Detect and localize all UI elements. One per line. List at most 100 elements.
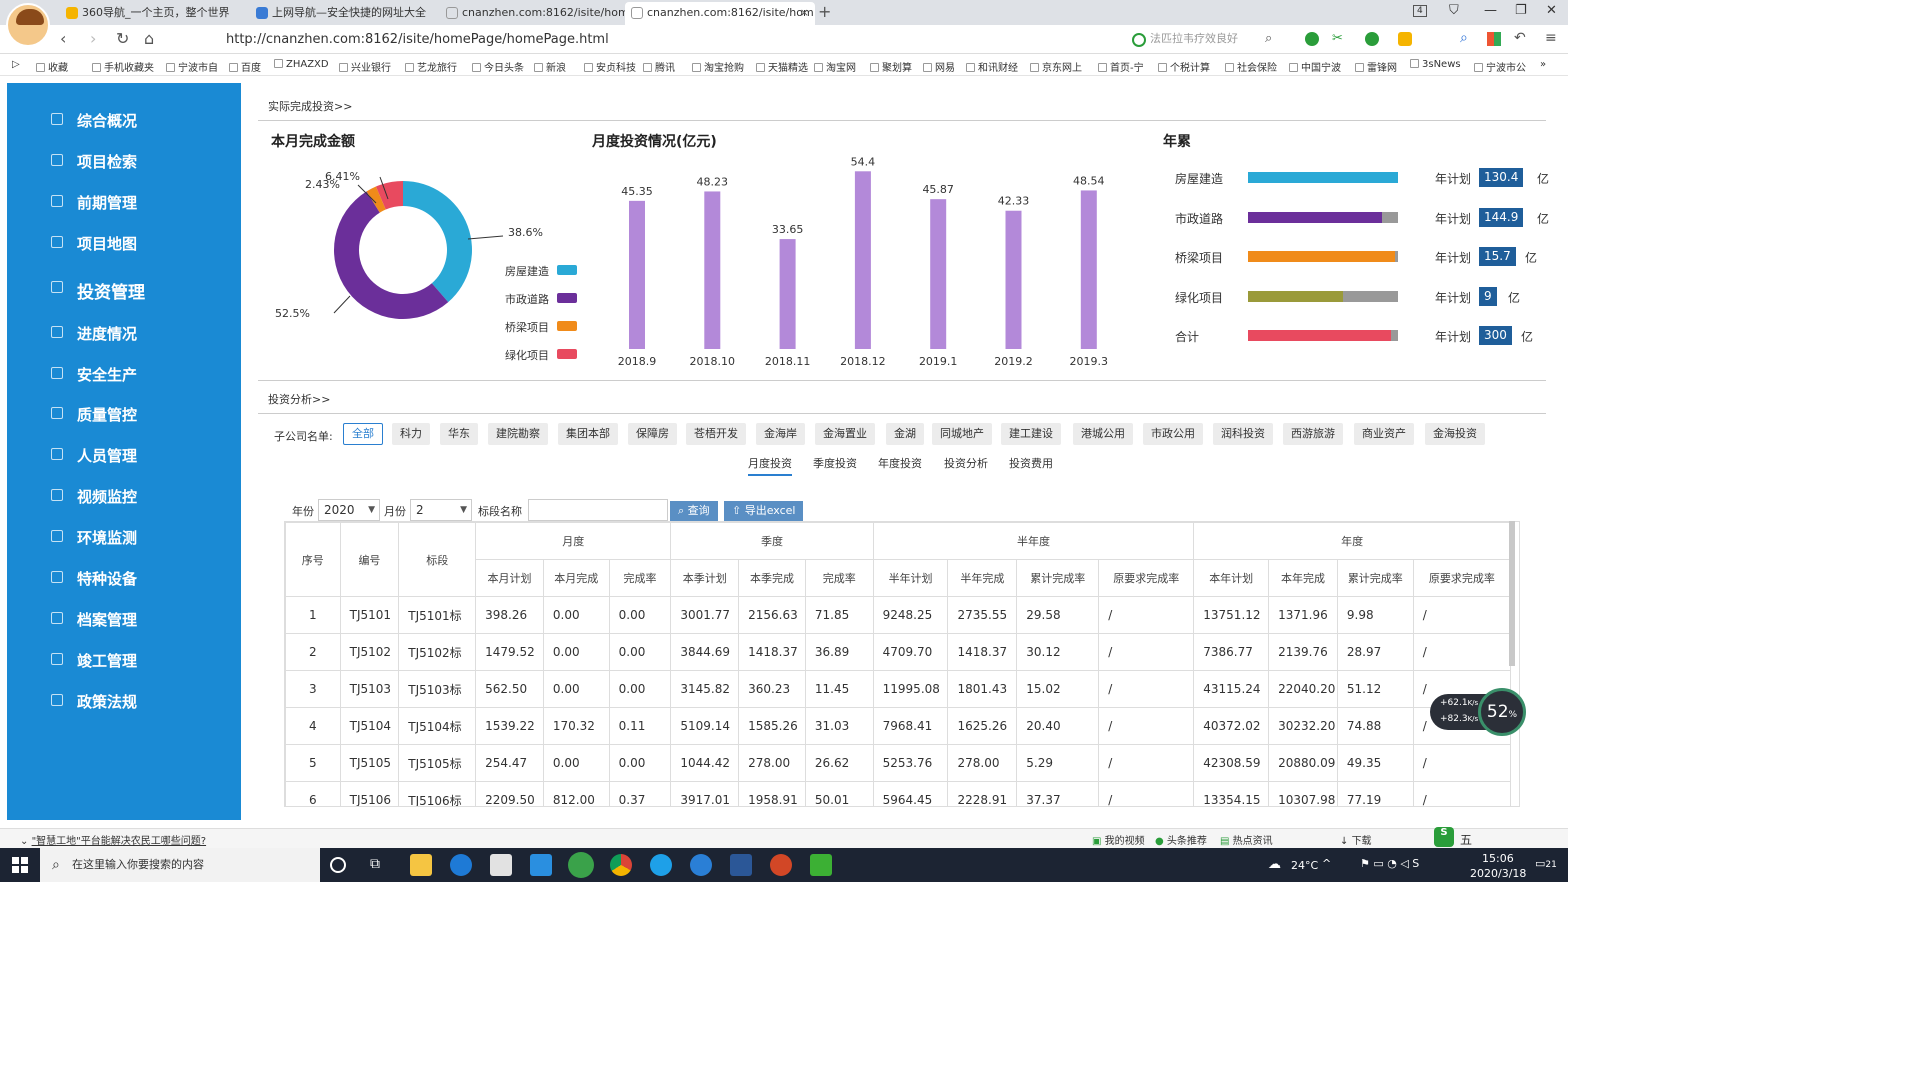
- legend-item[interactable]: 桥梁项目: [505, 319, 577, 335]
- sogou-ime-icon[interactable]: S: [1434, 827, 1454, 847]
- chevron-up-icon[interactable]: ^: [1322, 857, 1331, 870]
- investment-table-container[interactable]: 序号 编号 标段 月度 季度 半年度 年度 本月计划 本月完成 完成率 本季计划 本季完成 完成率 半年计…: [284, 521, 1520, 807]
- task-view-icon[interactable]: ⧉: [370, 856, 392, 878]
- table-row[interactable]: 4 TJ5104 TJ5104标 1539.22 170.32 0.11 5109.14 15…: [285, 707, 1512, 745]
- sidebar-item[interactable]: 人员管理: [7, 440, 241, 470]
- bookmark-item[interactable]: 聚划算: [870, 59, 912, 74]
- headline-recommend-link[interactable]: ● 头条推荐: [1155, 832, 1207, 847]
- company-filter-chip[interactable]: 科力: [392, 423, 430, 445]
- bookmark-item[interactable]: 网易: [923, 59, 955, 74]
- browser-icon[interactable]: [690, 854, 712, 876]
- sidebar-item[interactable]: 环境监测: [7, 522, 241, 552]
- notification-icon[interactable]: ▭21: [1535, 857, 1557, 870]
- browser-tab[interactable]: cnanzhen.com:8162/isite/hom: [440, 2, 630, 25]
- sidebar-item[interactable]: 投资管理: [7, 273, 241, 303]
- company-filter-chip[interactable]: 建工建设: [1001, 423, 1061, 445]
- 360-browser-icon[interactable]: [568, 852, 594, 878]
- company-filter-chip[interactable]: 保障房: [628, 423, 677, 445]
- bookmark-item[interactable]: 个税计算: [1158, 59, 1210, 74]
- sidebar-toggle-icon[interactable]: ▷: [12, 59, 20, 70]
- close-window-icon[interactable]: ✕: [1546, 3, 1557, 18]
- company-filter-chip[interactable]: 商业资产: [1354, 423, 1414, 445]
- section-name-input[interactable]: [528, 499, 668, 521]
- restore-icon[interactable]: ❐: [1515, 3, 1527, 18]
- word-icon[interactable]: [730, 854, 752, 876]
- company-filter-chip[interactable]: 港城公用: [1073, 423, 1133, 445]
- back-icon[interactable]: ‹: [60, 29, 66, 48]
- bookmark-item[interactable]: 天猫精选: [756, 59, 808, 74]
- clock-date[interactable]: 2020/3/18: [1470, 867, 1526, 880]
- close-tab-icon[interactable]: ×: [800, 2, 809, 23]
- network-speed-widget[interactable]: +62.1K/s +82.3K/s 52%: [1430, 686, 1528, 738]
- shield-icon[interactable]: [1398, 32, 1412, 46]
- section-title-actual-investment[interactable]: 实际完成投资>>: [268, 98, 352, 114]
- table-row[interactable]: 5 TJ5105 TJ5105标 254.47 0.00 0.00 1044.42 278.0…: [285, 744, 1512, 782]
- analysis-subtab[interactable]: 季度投资: [813, 455, 857, 474]
- bookmark-item[interactable]: 中国宁波: [1289, 59, 1341, 74]
- tray-icons[interactable]: ⚑ ▭ ◔ ◁ S: [1360, 857, 1419, 870]
- company-filter-chip[interactable]: 市政公用: [1143, 423, 1203, 445]
- table-row[interactable]: 6 TJ5106 TJ5106标 2209.50 812.00 0.37 3917.01 19…: [285, 781, 1512, 806]
- company-filter-chip[interactable]: 西游旅游: [1283, 423, 1343, 445]
- store-icon[interactable]: [490, 854, 512, 876]
- address-bar[interactable]: http://cnanzhen.com:8162/isite/homePage/…: [226, 32, 609, 47]
- company-filter-chip[interactable]: 金海投资: [1425, 423, 1485, 445]
- scissors-icon[interactable]: ✂: [1332, 31, 1343, 46]
- file-explorer-icon[interactable]: [410, 854, 432, 876]
- weather-icon[interactable]: ☁: [1268, 857, 1281, 872]
- analysis-subtab[interactable]: 月度投资: [748, 455, 792, 476]
- year-select[interactable]: 2020 ▼: [318, 499, 380, 521]
- chat-icon[interactable]: [1305, 32, 1319, 46]
- browser-search-input[interactable]: 法匹拉韦疗效良好: [1130, 29, 1280, 49]
- search-tool-icon[interactable]: ⌕: [1460, 30, 1468, 46]
- new-tab-icon[interactable]: +: [818, 2, 831, 21]
- legend-item[interactable]: 绿化项目: [505, 347, 577, 363]
- company-filter-chip[interactable]: 集团本部: [558, 423, 618, 445]
- sidebar-item[interactable]: 前期管理: [7, 187, 241, 217]
- month-select[interactable]: 2 ▼: [410, 499, 472, 521]
- bookmark-item[interactable]: 和讯财经: [966, 59, 1018, 74]
- company-filter-chip[interactable]: 建院勘察: [488, 423, 548, 445]
- bookmark-item[interactable]: 社会保险: [1225, 59, 1277, 74]
- bookmark-item[interactable]: 百度: [229, 59, 261, 74]
- table-row[interactable]: 2 TJ5102 TJ5102标 1479.52 0.00 0.00 3844.69 1418…: [285, 633, 1512, 671]
- wechat-icon[interactable]: [810, 854, 832, 876]
- company-filter-chip[interactable]: 全部: [343, 423, 383, 445]
- shirt-icon[interactable]: ⛉: [1449, 3, 1459, 18]
- bookmark-item[interactable]: 京东网上: [1030, 59, 1082, 74]
- forward-icon[interactable]: ›: [90, 29, 96, 48]
- sidebar-item[interactable]: 项目检索: [7, 146, 241, 176]
- search-icon[interactable]: ⌕: [1265, 31, 1272, 46]
- more-bookmarks-icon[interactable]: »: [1540, 59, 1546, 70]
- bookmark-item[interactable]: 安贞科技: [584, 59, 636, 74]
- hot-news-link[interactable]: ▤ 热点资讯: [1220, 832, 1273, 847]
- sidebar-item[interactable]: 视频监控: [7, 481, 241, 511]
- analysis-subtab[interactable]: 年度投资: [878, 455, 922, 474]
- table-row[interactable]: 1 TJ5101 TJ5101标 398.26 0.00 0.00 3001.77 2156.…: [285, 596, 1512, 634]
- apps-icon[interactable]: [1487, 32, 1501, 46]
- ime-mode[interactable]: 五: [1460, 831, 1472, 848]
- reload-icon[interactable]: ↻: [116, 29, 129, 48]
- legend-item[interactable]: 市政道路: [505, 291, 577, 307]
- analysis-subtab[interactable]: 投资费用: [1009, 455, 1053, 474]
- bookmark-item[interactable]: 雷锋网: [1355, 59, 1397, 74]
- company-filter-chip[interactable]: 金湖: [886, 423, 924, 445]
- user-avatar[interactable]: [6, 3, 50, 47]
- browser-tab-active[interactable]: cnanzhen.com:8162/isite/hom ×: [625, 2, 815, 25]
- bookmark-item[interactable]: 3sNews: [1410, 59, 1461, 70]
- menu-icon[interactable]: ≡: [1545, 30, 1557, 46]
- translate-icon[interactable]: [1365, 32, 1379, 46]
- table-scrollbar[interactable]: [1509, 521, 1515, 666]
- taskbar-search-input[interactable]: 在这里输入你要搜索的内容: [40, 848, 320, 882]
- bookmark-item[interactable]: ZHAZXD: [274, 59, 329, 70]
- sidebar-item[interactable]: 质量管控: [7, 399, 241, 429]
- sidebar-item[interactable]: 特种设备: [7, 563, 241, 593]
- bookmark-item[interactable]: 新浪: [534, 59, 566, 74]
- bookmark-item[interactable]: 收藏: [36, 59, 68, 74]
- news-ticker-link[interactable]: ⌄ "智慧工地"平台能解决农民工哪些问题?: [20, 832, 206, 847]
- section-title-investment-analysis[interactable]: 投资分析>>: [268, 391, 330, 407]
- bookmark-item[interactable]: 腾讯: [643, 59, 675, 74]
- bookmark-item[interactable]: 艺龙旅行: [405, 59, 457, 74]
- bookmark-item[interactable]: 手机收藏夹: [92, 59, 154, 74]
- download-link[interactable]: ↓ 下载: [1340, 832, 1372, 847]
